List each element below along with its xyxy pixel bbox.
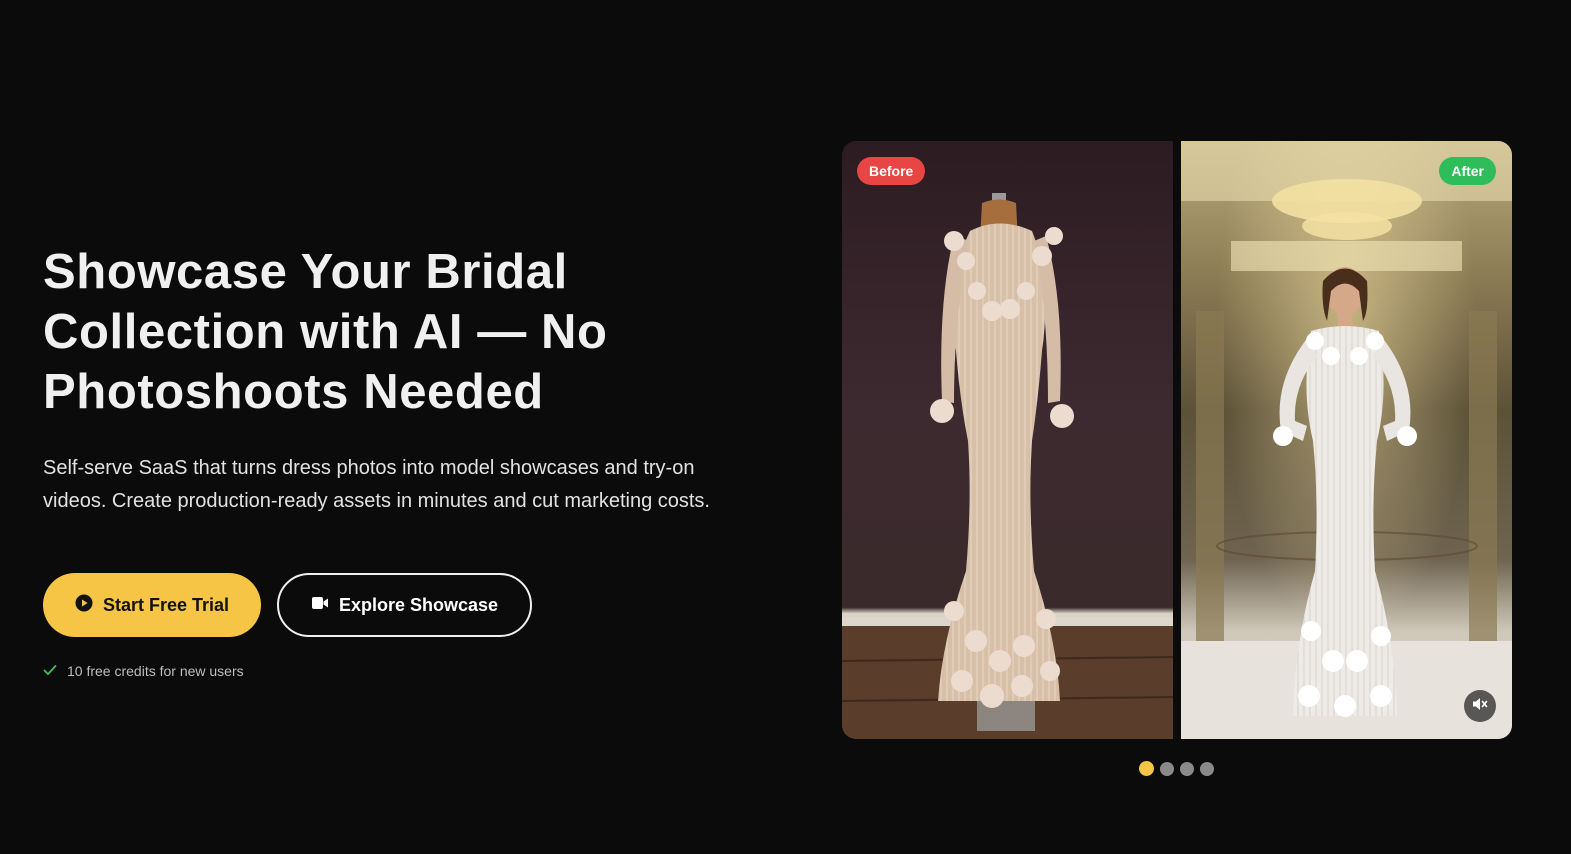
after-image: After [1181,141,1512,739]
speaker-muted-icon [1472,697,1488,716]
explore-showcase-label: Explore Showcase [338,594,499,615]
dress-form-illustration [842,193,1173,739]
hero-title: Showcase Your Bridal Collection with AI … [43,245,608,419]
cta-row: Start Free Trial Explore Showcase [43,573,763,637]
start-free-trial-button[interactable]: Start Free Trial [43,573,261,637]
model-showcase-illustration [1181,141,1512,739]
before-badge: Before [857,157,926,185]
hero-copy: Showcase Your Bridal Collection with AI … [43,242,763,679]
carousel-pagination [1139,761,1214,776]
video-camera-icon [311,595,329,616]
start-free-trial-label: Start Free Trial [102,594,230,615]
before-image: Before [842,141,1173,739]
hero-page: Showcase Your Bridal Collection with AI … [0,0,1571,854]
hero-subtitle: Self-serve SaaS that turns dress photos … [43,457,710,512]
mute-toggle-button[interactable] [1464,690,1496,722]
free-credits-note: 10 free credits for new users [43,663,763,679]
before-after-comparison: Before After [842,141,1512,739]
carousel-dot-1[interactable] [1139,761,1154,776]
carousel-dot-4[interactable] [1200,761,1214,776]
carousel-dot-2[interactable] [1160,761,1174,776]
explore-showcase-button[interactable]: Explore Showcase [277,573,532,637]
play-circle-icon [75,594,93,617]
check-icon [43,663,57,679]
carousel-dot-3[interactable] [1180,761,1194,776]
after-badge: After [1439,157,1496,185]
free-credits-text: 10 free credits for new users [67,663,244,679]
